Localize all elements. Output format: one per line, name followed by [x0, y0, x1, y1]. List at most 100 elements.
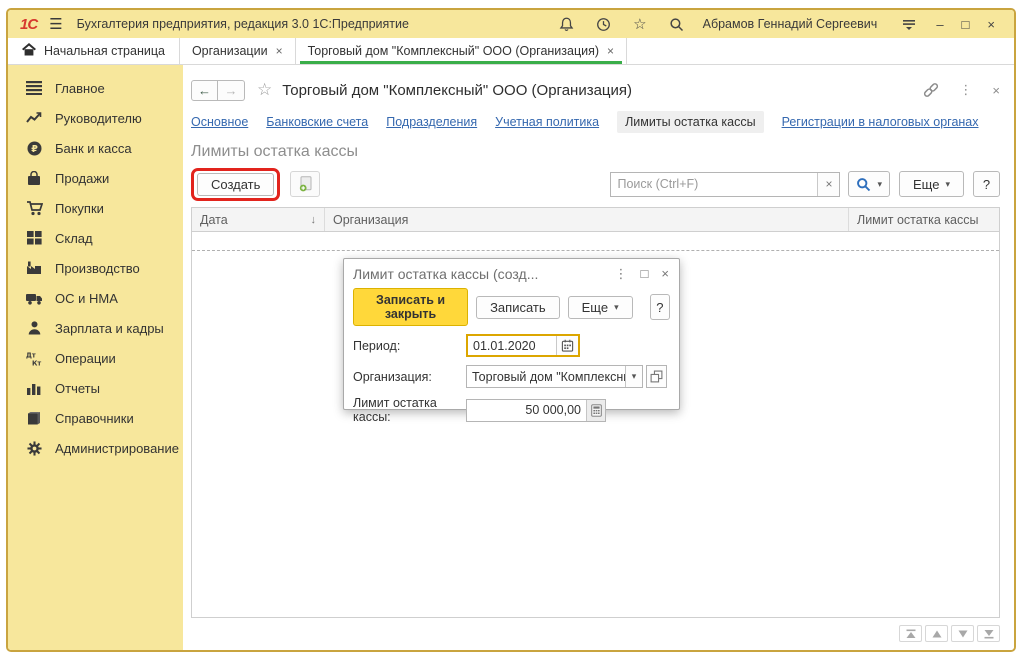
- sidebar-item-manager[interactable]: Руководителю: [8, 103, 183, 133]
- current-user[interactable]: Абрамов Геннадий Сергеевич: [703, 17, 878, 31]
- sidebar-item-label: Банк и касса: [55, 141, 132, 156]
- books-icon: [25, 411, 43, 425]
- navlink-bank-accounts[interactable]: Банковские счета: [266, 115, 368, 129]
- navlink-main[interactable]: Основное: [191, 115, 248, 129]
- help-button[interactable]: ?: [973, 171, 1000, 197]
- navlink-cash-limits[interactable]: Лимиты остатка кассы: [617, 111, 763, 133]
- main-menu-icon[interactable]: ☰: [49, 15, 62, 33]
- ruble-coin-icon: ₽: [25, 141, 43, 156]
- organization-input[interactable]: Торговый дом "Комплексный" ▾: [466, 365, 643, 388]
- service-menu-icon[interactable]: [902, 17, 916, 31]
- card-nav-links: Основное Банковские счета Подразделения …: [191, 110, 1000, 134]
- sidebar-item-label: Покупки: [55, 201, 104, 216]
- sidebar-item-label: Производство: [55, 261, 140, 276]
- column-label: Дата: [200, 213, 228, 227]
- forward-button[interactable]: →: [218, 80, 245, 101]
- app-title: Бухгалтерия предприятия, редакция 3.0 1С…: [77, 17, 409, 31]
- sidebar-item-payroll-hr[interactable]: Зарплата и кадры: [8, 313, 183, 343]
- get-link-icon[interactable]: [923, 82, 939, 98]
- navlink-accounting-policy[interactable]: Учетная политика: [495, 115, 599, 129]
- favorite-star-icon[interactable]: ☆: [257, 80, 272, 100]
- sidebar-item-bank-cash[interactable]: ₽ Банк и касса: [8, 133, 183, 163]
- maximize-button[interactable]: □: [962, 17, 970, 32]
- organization-label: Организация:: [353, 370, 466, 384]
- organization-field-row: Организация: Торговый дом "Комплексный" …: [344, 365, 679, 388]
- debit-credit-icon: ДтКт: [25, 351, 43, 366]
- tab-bar: Начальная страница Организации × Торговы…: [8, 38, 1014, 65]
- sidebar-item-production[interactable]: Производство: [8, 253, 183, 283]
- tab-label: Торговый дом "Комплексный" ООО (Организа…: [308, 44, 599, 58]
- limit-field-row: Лимит остатка кассы: 50 000,00: [344, 396, 679, 424]
- calculator-icon[interactable]: [586, 400, 605, 421]
- svg-text:Кт: Кт: [32, 359, 41, 366]
- period-value: 01.01.2020: [468, 339, 556, 353]
- chevron-down-icon: ▾: [877, 179, 882, 190]
- truck-icon: [25, 292, 43, 305]
- save-and-close-button[interactable]: Записать и закрыть: [353, 288, 468, 326]
- home-icon: [22, 43, 36, 59]
- tab-close-icon[interactable]: ×: [607, 44, 614, 58]
- dialog-close-icon[interactable]: ×: [661, 266, 669, 281]
- favorites-star-icon[interactable]: ☆: [633, 15, 646, 33]
- cart-icon: [25, 201, 43, 216]
- sidebar-item-directories[interactable]: Справочники: [8, 403, 183, 433]
- back-button[interactable]: ←: [191, 80, 218, 101]
- more-actions-icon[interactable]: ⋮: [959, 82, 972, 98]
- open-item-button[interactable]: [646, 365, 667, 388]
- trend-chart-icon: [25, 111, 43, 125]
- sidebar-item-label: Зарплата и кадры: [55, 321, 164, 336]
- tab-home[interactable]: Начальная страница: [8, 38, 180, 64]
- search-clear-icon[interactable]: ×: [817, 173, 839, 196]
- create-button[interactable]: Создать: [197, 173, 274, 196]
- history-icon[interactable]: [596, 17, 611, 32]
- sidebar-item-sales[interactable]: Продажи: [8, 163, 183, 193]
- list-more-button[interactable]: Еще ▾: [899, 171, 964, 197]
- global-search-icon[interactable]: [669, 17, 684, 32]
- period-field-row: Период: 01.01.2020: [344, 334, 679, 357]
- empty-current-row[interactable]: [192, 232, 999, 251]
- go-last-button[interactable]: [977, 625, 1000, 642]
- navlink-tax-registrations[interactable]: Регистрации в налоговых органах: [782, 115, 979, 129]
- more-button-label: Еще: [582, 300, 608, 315]
- go-down-button[interactable]: [951, 625, 974, 642]
- notifications-bell-icon[interactable]: [559, 17, 574, 32]
- dialog-buttons: Записать и закрыть Записать Еще ▾ ?: [344, 286, 679, 326]
- column-header-date[interactable]: Дата ↓: [192, 208, 325, 231]
- sidebar-item-warehouse[interactable]: Склад: [8, 223, 183, 253]
- page-title: Торговый дом "Комплексный" ООО (Организа…: [282, 82, 632, 99]
- search-box: ×: [610, 172, 840, 197]
- tab-close-icon[interactable]: ×: [276, 44, 283, 58]
- go-first-button[interactable]: [899, 625, 922, 642]
- dialog-help-button[interactable]: ?: [650, 294, 670, 320]
- form-header: ← → ☆ Торговый дом "Комплексный" ООО (Ор…: [191, 75, 1000, 105]
- calendar-icon[interactable]: [556, 336, 578, 355]
- save-button[interactable]: Записать: [476, 296, 560, 319]
- minimize-button[interactable]: –: [936, 17, 943, 32]
- sidebar-item-purchases[interactable]: Покупки: [8, 193, 183, 223]
- search-input[interactable]: [611, 173, 817, 196]
- search-options-button[interactable]: ▾: [848, 171, 890, 197]
- sidebar-item-reports[interactable]: Отчеты: [8, 373, 183, 403]
- sidebar-item-label: Руководителю: [55, 111, 142, 126]
- close-form-icon[interactable]: ×: [992, 83, 1000, 98]
- limit-input[interactable]: 50 000,00: [466, 399, 606, 422]
- dropdown-caret-icon[interactable]: ▾: [625, 366, 642, 387]
- create-by-copy-button[interactable]: [290, 171, 320, 197]
- dialog-more-icon[interactable]: ⋮: [615, 266, 628, 282]
- sidebar-item-main[interactable]: Главное: [8, 73, 183, 103]
- tab-organization-card[interactable]: Торговый дом "Комплексный" ООО (Организа…: [296, 38, 627, 64]
- sidebar-item-administration[interactable]: Администрирование: [8, 433, 183, 463]
- close-window-button[interactable]: ×: [987, 17, 995, 32]
- column-header-limit[interactable]: Лимит остатка кассы: [849, 208, 999, 231]
- go-up-button[interactable]: [925, 625, 948, 642]
- chevron-down-icon: ▾: [945, 179, 950, 190]
- sidebar-item-fixed-assets[interactable]: ОС и НМА: [8, 283, 183, 313]
- dialog-more-button[interactable]: Еще ▾: [568, 296, 633, 319]
- navlink-departments[interactable]: Подразделения: [386, 115, 477, 129]
- column-header-organization[interactable]: Организация: [325, 208, 849, 231]
- sidebar-item-operations[interactable]: ДтКт Операции: [8, 343, 183, 373]
- tab-organizations[interactable]: Организации ×: [180, 38, 296, 64]
- period-input[interactable]: 01.01.2020: [466, 334, 580, 357]
- dialog-maximize-icon[interactable]: □: [641, 266, 649, 281]
- grid-boxes-icon: [25, 231, 43, 245]
